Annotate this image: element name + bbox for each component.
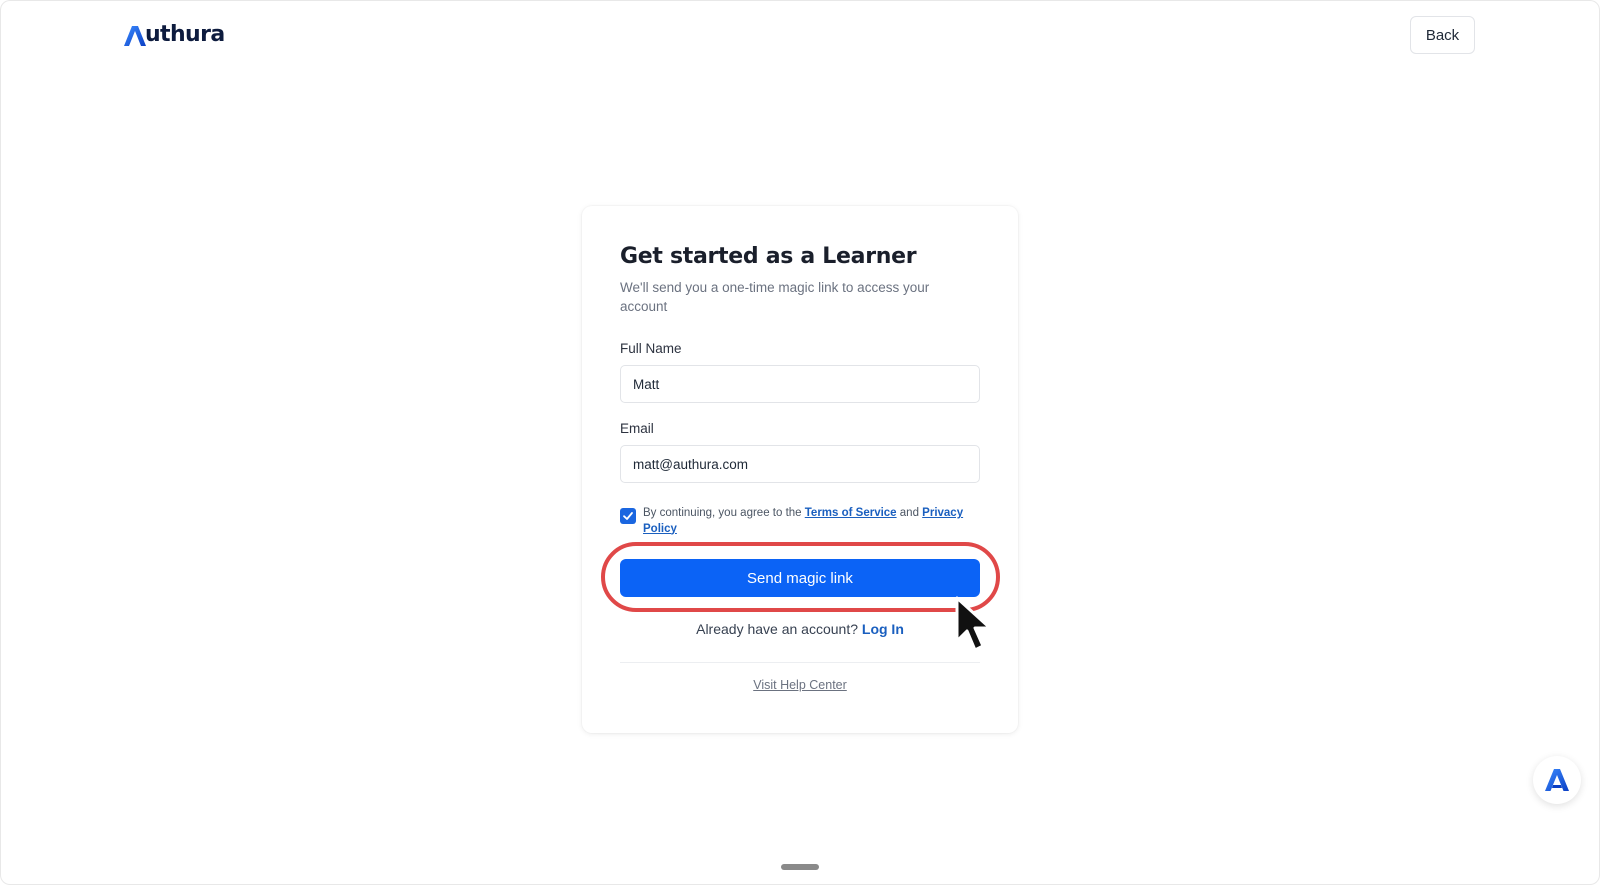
home-indicator (781, 864, 819, 870)
divider (620, 662, 980, 663)
authura-chat-icon (1545, 769, 1569, 791)
help-center-row: Visit Help Center (582, 678, 1018, 692)
consent-checkbox[interactable] (620, 508, 636, 524)
visit-help-center-link[interactable]: Visit Help Center (753, 678, 847, 692)
authura-a-icon (124, 26, 146, 46)
signup-card: Get started as a Learner We'll send you … (582, 206, 1018, 733)
email-input[interactable] (620, 445, 980, 483)
log-in-link[interactable]: Log In (862, 621, 904, 637)
check-icon (623, 512, 633, 520)
page-title: Get started as a Learner (620, 244, 917, 269)
consent-prefix: By continuing, you agree to the (643, 507, 805, 519)
email-label: Email (620, 421, 654, 436)
terms-of-service-link[interactable]: Terms of Service (805, 507, 897, 519)
mouse-pointer-icon (955, 596, 992, 652)
login-prompt: Already have an account? Log In (582, 621, 1018, 637)
full-name-label: Full Name (620, 341, 682, 356)
consent-row: By continuing, you agree to the Terms of… (620, 506, 980, 537)
consent-text: By continuing, you agree to the Terms of… (643, 506, 980, 537)
logo-wordmark: uthura (145, 22, 225, 47)
send-magic-link-button[interactable]: Send magic link (620, 559, 980, 597)
page-subtitle: We'll send you a one-time magic link to … (620, 280, 930, 314)
consent-and: and (896, 507, 923, 519)
authura-logo[interactable]: uthura (124, 22, 225, 46)
chat-fab-button[interactable] (1533, 756, 1581, 804)
login-prompt-text: Already have an account? (696, 621, 862, 637)
full-name-input[interactable] (620, 365, 980, 403)
back-button[interactable]: Back (1410, 16, 1475, 54)
